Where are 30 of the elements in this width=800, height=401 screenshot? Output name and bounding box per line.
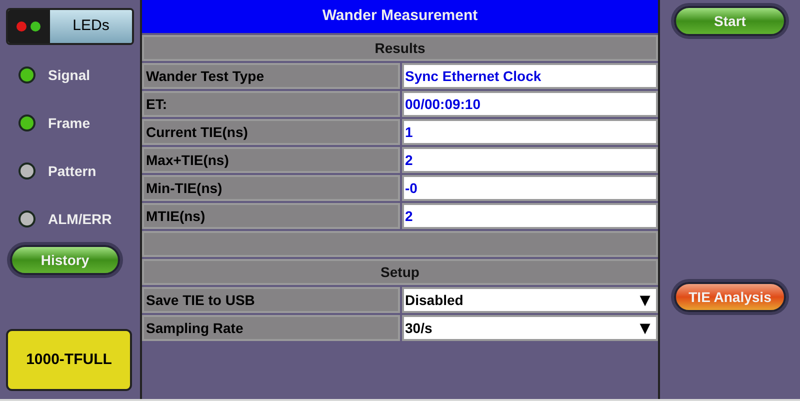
row-label: ET: — [142, 91, 400, 117]
value-cell: 00/00:09:10 — [402, 91, 658, 117]
dropdown-caret-icon: ▼ — [636, 319, 654, 337]
dropdown-value: Disabled — [405, 290, 464, 310]
row-label: Max+TIE(ns) — [142, 147, 400, 173]
screen-title: Wander Measurement — [142, 0, 658, 33]
led-label: Signal — [48, 66, 90, 85]
section-header: Results — [142, 35, 658, 61]
section-header: Setup — [142, 259, 658, 285]
row-label: Wander Test Type — [142, 63, 400, 89]
value-cell: 2 — [402, 203, 658, 229]
dropdown-caret-icon: ▼ — [636, 291, 654, 309]
value-cell: 1 — [402, 119, 658, 145]
leds-button[interactable]: LEDs — [6, 8, 134, 45]
value-cell: -0 — [402, 175, 658, 201]
value-cell: 2 — [402, 147, 658, 173]
row-label: Sampling Rate — [142, 315, 400, 341]
dropdown-field[interactable]: 30/s ▼ — [402, 315, 658, 341]
led-label: Frame — [48, 114, 90, 132]
port-mode-button[interactable]: 1000-TFULL — [6, 329, 132, 391]
led-label: Pattern — [48, 162, 96, 180]
row-label: MTIE(ns) — [142, 203, 400, 229]
dropdown-field[interactable]: Disabled ▼ — [402, 287, 658, 313]
row-label: Current TIE(ns) — [142, 119, 400, 145]
led-pair-icon — [16, 21, 42, 32]
row-label: Min-TIE(ns) — [142, 175, 400, 201]
row-label: Save TIE to USB — [142, 287, 400, 313]
dropdown-value: 30/s — [405, 318, 432, 338]
led-label: ALM/ERR — [48, 210, 112, 228]
value-cell: Sync Ethernet Clock — [402, 63, 658, 89]
